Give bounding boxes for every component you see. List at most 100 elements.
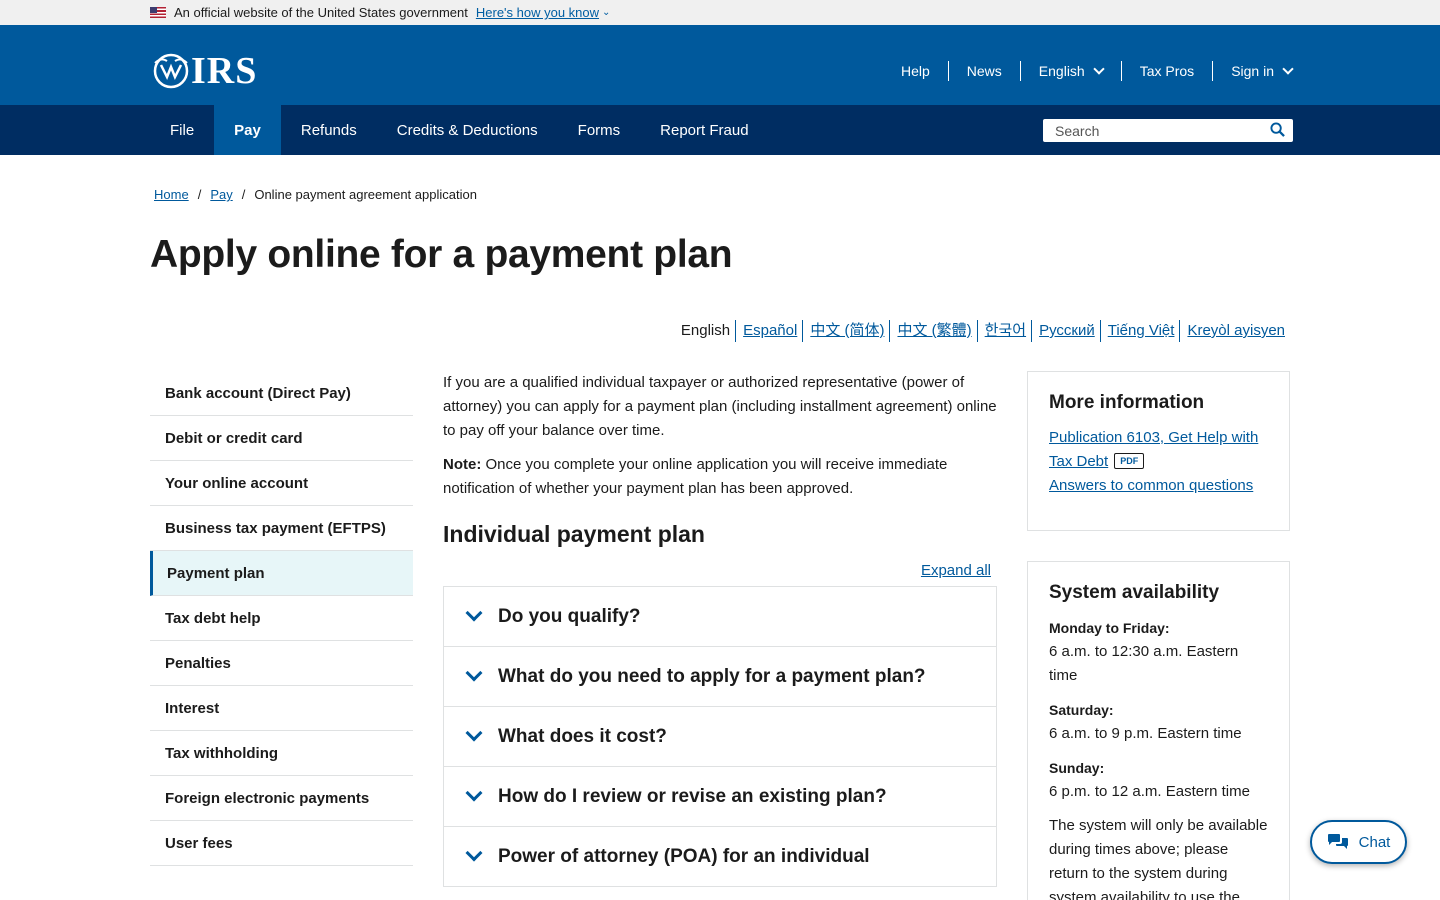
note-label: Note: <box>443 456 482 473</box>
note-text: Once you complete your online applicatio… <box>443 456 948 497</box>
sidebar-item-penalties[interactable]: Penalties <box>150 641 413 686</box>
intro-paragraph: If you are a qualified individual taxpay… <box>443 374 997 439</box>
breadcrumb-current: Online payment agreement application <box>254 187 477 202</box>
news-link[interactable]: News <box>947 61 1020 81</box>
lang-korean[interactable]: 한국어 <box>976 320 1031 342</box>
lang-vietnamese[interactable]: Tiếng Việt <box>1099 320 1180 342</box>
nav-refunds[interactable]: Refunds <box>281 105 377 155</box>
sidebar-item-direct-pay[interactable]: Bank account (Direct Pay) <box>150 371 413 416</box>
breadcrumb-home[interactable]: Home <box>154 187 189 202</box>
page-title: Apply online for a payment plan <box>150 233 733 276</box>
availability-note: The system will only be available during… <box>1049 817 1268 900</box>
tax-pros-label: Tax Pros <box>1139 63 1195 79</box>
chevron-down-icon <box>465 844 483 862</box>
sign-in-dropdown[interactable]: Sign in <box>1212 61 1294 81</box>
nav-credits-deductions[interactable]: Credits & Deductions <box>377 105 558 155</box>
nav-forms[interactable]: Forms <box>558 105 641 155</box>
accordion-item-poa[interactable]: Power of attorney (POA) for an individua… <box>443 827 997 887</box>
search-icon[interactable] <box>1270 122 1285 137</box>
side-nav: Bank account (Direct Pay) Debit or credi… <box>150 371 413 866</box>
lang-haitian-creole[interactable]: Kreyòl ayisyen <box>1179 320 1290 342</box>
sidebar-item-online-account[interactable]: Your online account <box>150 461 413 506</box>
accordion: Do you qualify? What do you need to appl… <box>443 586 997 887</box>
heres-how-you-know-link[interactable]: Here's how you know <box>476 5 599 20</box>
note-paragraph: Note: Once you complete your online appl… <box>443 453 997 501</box>
accordion-label: Power of attorney (POA) for an individua… <box>498 845 870 867</box>
system-availability-title: System availability <box>1049 582 1220 603</box>
chevron-down-icon <box>465 724 483 742</box>
sidebar-item-tax-debt-help[interactable]: Tax debt help <box>150 596 413 641</box>
breadcrumb-pay[interactable]: Pay <box>210 187 232 202</box>
accordion-label: What do you need to apply for a payment … <box>498 665 926 687</box>
sidebar-item-tax-withholding[interactable]: Tax withholding <box>150 731 413 776</box>
breadcrumb-separator: / <box>241 187 246 202</box>
accordion-label: What does it cost? <box>498 725 667 747</box>
accordion-item-what-need[interactable]: What do you need to apply for a payment … <box>443 647 997 707</box>
eagle-icon <box>153 53 189 89</box>
lang-english: English <box>680 322 731 339</box>
sidebar-item-eftps[interactable]: Business tax payment (EFTPS) <box>150 506 413 551</box>
language-switcher: English Español 中文 (简体) 中文 (繁體) 한국어 Русс… <box>674 320 1290 342</box>
pdf-badge: PDF <box>1114 453 1145 469</box>
publication-6103-link[interactable]: Publication 6103, Get Help with Tax Debt <box>1049 429 1258 470</box>
irs-logo[interactable]: IRS <box>151 49 257 93</box>
chat-button[interactable]: Chat <box>1310 820 1407 864</box>
main-content: If you are a qualified individual taxpay… <box>443 371 997 887</box>
weekday-label: Monday to Friday: <box>1049 620 1170 636</box>
us-flag-icon <box>150 7 166 18</box>
accordion-label: How do I review or revise an existing pl… <box>498 785 887 807</box>
utility-nav: Help News English Tax Pros Sign in <box>883 61 1294 81</box>
chevron-down-icon <box>465 664 483 682</box>
chevron-down-icon <box>1093 62 1105 75</box>
nav-file[interactable]: File <box>150 105 214 155</box>
lang-chinese-traditional[interactable]: 中文 (繁體) <box>889 320 976 342</box>
chevron-down-icon: ⌄ <box>602 7 611 18</box>
accordion-item-cost[interactable]: What does it cost? <box>443 707 997 767</box>
sidebar-item-foreign-payments[interactable]: Foreign electronic payments <box>150 776 413 821</box>
sign-in-label: Sign in <box>1231 63 1274 79</box>
system-availability-card: System availability Monday to Friday: 6 … <box>1027 561 1290 900</box>
help-link[interactable]: Help <box>883 61 948 81</box>
accordion-item-review[interactable]: How do I review or revise an existing pl… <box>443 767 997 827</box>
lang-chinese-simplified[interactable]: 中文 (简体) <box>802 320 889 342</box>
search-input[interactable] <box>1043 122 1253 139</box>
breadcrumb: Home / Pay / Online payment agreement ap… <box>154 187 477 202</box>
sidebar-item-interest[interactable]: Interest <box>150 686 413 731</box>
tax-pros-link[interactable]: Tax Pros <box>1120 61 1212 81</box>
help-label: Help <box>900 63 930 79</box>
accordion-label: Do you qualify? <box>498 605 641 627</box>
main-nav: File Pay Refunds Credits & Deductions Fo… <box>0 105 1440 155</box>
gov-banner-text: An official website of the United States… <box>174 5 468 20</box>
site-header: IRS Help News English Tax Pros Sign in <box>0 25 1440 105</box>
logo-wordmark: IRS <box>191 50 258 92</box>
weekday-hours: 6 a.m. to 12:30 a.m. Eastern time <box>1049 643 1239 684</box>
chevron-down-icon <box>1282 62 1294 75</box>
chat-icon <box>1327 834 1348 849</box>
more-info-card: More information Publication 6103, Get H… <box>1027 371 1290 531</box>
nav-report-fraud[interactable]: Report Fraud <box>640 105 768 155</box>
expand-all-row: Expand all <box>443 562 997 586</box>
answers-link[interactable]: Answers to common questions <box>1049 474 1269 498</box>
chevron-down-icon <box>465 784 483 802</box>
nav-pay[interactable]: Pay <box>214 105 281 155</box>
chat-label: Chat <box>1358 833 1391 851</box>
expand-all-link[interactable]: Expand all <box>921 562 991 579</box>
chevron-down-icon <box>465 604 483 622</box>
section-title: Individual payment plan <box>443 521 705 547</box>
sidebar-item-debit-credit[interactable]: Debit or credit card <box>150 416 413 461</box>
search-box <box>1043 119 1293 142</box>
breadcrumb-separator: / <box>197 187 202 202</box>
lang-russian[interactable]: Русский <box>1031 320 1100 342</box>
gov-banner: An official website of the United States… <box>0 0 1440 25</box>
accordion-item-qualify[interactable]: Do you qualify? <box>443 586 997 647</box>
news-label: News <box>966 63 1002 79</box>
saturday-hours: 6 a.m. to 9 p.m. Eastern time <box>1049 725 1242 742</box>
saturday-label: Saturday: <box>1049 702 1114 718</box>
lang-spanish[interactable]: Español <box>735 320 802 342</box>
sunday-hours: 6 p.m. to 12 a.m. Eastern time <box>1049 783 1250 800</box>
more-info-title: More information <box>1049 392 1205 413</box>
sidebar-item-payment-plan[interactable]: Payment plan <box>150 551 413 596</box>
sidebar-item-user-fees[interactable]: User fees <box>150 821 413 866</box>
language-dropdown[interactable]: English <box>1019 61 1121 81</box>
sunday-label: Sunday: <box>1049 760 1105 776</box>
